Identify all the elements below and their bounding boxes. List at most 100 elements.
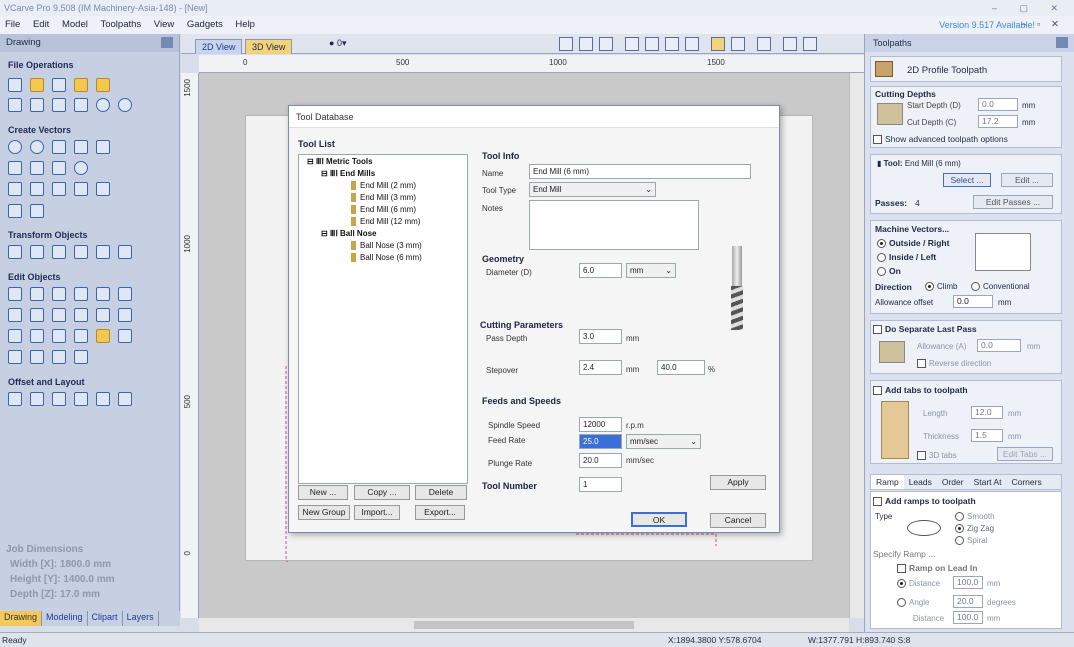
copy-tool-button[interactable]: Copy ...: [354, 485, 410, 500]
zigzag-radio-dot[interactable]: [955, 524, 964, 534]
new-tool-button[interactable]: New ...: [298, 485, 348, 500]
menu-view[interactable]: View: [154, 19, 174, 30]
menu-file[interactable]: File: [5, 19, 20, 30]
spiral-icon[interactable]: [74, 161, 88, 175]
tab-3d-view[interactable]: 3D View: [245, 39, 293, 54]
extend-icon[interactable]: [52, 329, 66, 343]
select-tool-button[interactable]: Select ...: [943, 173, 991, 187]
tree-ball-nose[interactable]: ⊟ ⅢⅠ Ball Nose: [321, 229, 377, 238]
join-icon[interactable]: [74, 329, 88, 343]
smooth-radio-dot[interactable]: [955, 512, 964, 522]
menu-edit[interactable]: Edit: [33, 19, 49, 30]
tab-order[interactable]: Order: [937, 475, 969, 489]
tab-drawing[interactable]: Drawing: [0, 611, 43, 626]
distance-radio[interactable]: Distance: [897, 579, 940, 589]
tree-end-mill-6[interactable]: End Mill (6 mm): [351, 205, 416, 215]
zoom-extents-icon[interactable]: [685, 37, 699, 51]
intersect-icon[interactable]: [52, 308, 66, 322]
tab-corners[interactable]: Corners: [1006, 475, 1046, 489]
tab-clipart[interactable]: Clipart: [88, 611, 123, 626]
tab-leads[interactable]: Leads: [904, 475, 937, 489]
ramp-angle-input[interactable]: 20.0: [953, 595, 983, 608]
ellipse-icon[interactable]: [30, 140, 44, 154]
ramp-lead-in-checkbox[interactable]: Ramp on Lead In: [897, 563, 977, 574]
outside-right-radio[interactable]: Outside / Right: [877, 238, 949, 249]
zoom-all-icon[interactable]: [559, 37, 573, 51]
tab-thickness-input[interactable]: 1.5: [971, 429, 1003, 442]
layout-icon[interactable]: [783, 37, 797, 51]
mdi-controls[interactable]: ‒ ▫ ✕: [1021, 16, 1063, 34]
conventional-radio[interactable]: Conventional: [971, 282, 1030, 292]
diameter-input[interactable]: 6.0: [579, 263, 622, 278]
delete-tool-button[interactable]: Delete: [415, 485, 467, 500]
ramp-distance2-input[interactable]: 100.0: [953, 611, 983, 624]
stepover-input[interactable]: 2.4: [579, 360, 622, 375]
conventional-radio-dot[interactable]: [971, 282, 980, 292]
node-add-icon[interactable]: [30, 287, 44, 301]
add-ramps-box[interactable]: [873, 497, 882, 507]
zoom-out-icon[interactable]: [665, 37, 679, 51]
render-icon[interactable]: [757, 37, 771, 51]
node-move-icon[interactable]: [52, 287, 66, 301]
fillet-icon[interactable]: [8, 329, 22, 343]
tab-ramp[interactable]: Ramp: [871, 475, 904, 489]
snap-icon[interactable]: [711, 37, 725, 51]
move-icon[interactable]: [8, 245, 22, 259]
import-button[interactable]: Import...: [354, 505, 400, 520]
subtract-icon[interactable]: [30, 308, 44, 322]
new-file-icon[interactable]: [8, 78, 22, 92]
chamfer-icon[interactable]: [30, 329, 44, 343]
grid-icon[interactable]: [599, 37, 613, 51]
tree-end-mills[interactable]: ⊟ ⅢⅠ End Mills: [321, 169, 375, 178]
pass-depth-input[interactable]: 3.0: [579, 329, 622, 344]
pin-icon[interactable]: [161, 37, 173, 48]
select-icon[interactable]: [8, 98, 22, 112]
import-icon[interactable]: [74, 78, 88, 92]
add-tabs-box[interactable]: [873, 386, 882, 396]
cut-icon[interactable]: [30, 98, 44, 112]
climb-radio-dot[interactable]: [925, 282, 934, 292]
menu-model[interactable]: Model: [62, 19, 88, 30]
ramp-lead-in-box[interactable]: [897, 564, 906, 574]
notes-textarea[interactable]: [529, 200, 699, 250]
star-icon[interactable]: [96, 140, 110, 154]
ungroup-icon[interactable]: [96, 287, 110, 301]
last-pass-allowance-input[interactable]: 0.0: [977, 339, 1021, 352]
array-copy-icon[interactable]: [30, 392, 44, 406]
text-on-curve-icon[interactable]: [52, 182, 66, 196]
mirror-icon[interactable]: [74, 245, 88, 259]
curve-fit-icon[interactable]: [118, 287, 132, 301]
ramp-distance-input[interactable]: 100.0: [953, 576, 983, 589]
open-vector-icon[interactable]: [8, 350, 22, 364]
spiral-radio-dot[interactable]: [955, 536, 964, 546]
reverse-direction-box[interactable]: [917, 359, 926, 369]
circle-icon[interactable]: [8, 140, 22, 154]
trim-icon[interactable]: [74, 308, 88, 322]
text-arc-icon[interactable]: [74, 182, 88, 196]
start-depth-input[interactable]: 0.0: [978, 98, 1018, 111]
curve-icon[interactable]: [52, 161, 66, 175]
ok-button[interactable]: OK: [631, 512, 687, 527]
angle-radio-dot[interactable]: [897, 598, 906, 608]
nesting-icon[interactable]: [96, 392, 110, 406]
scale-icon[interactable]: [96, 245, 110, 259]
window-controls[interactable]: ‒ ▢ ✕: [992, 0, 1068, 16]
tool-type-select[interactable]: End Mill ⌄: [529, 182, 656, 197]
plunge-rate-input[interactable]: 20.0: [579, 453, 622, 468]
menu-help[interactable]: Help: [235, 19, 255, 30]
on-radio[interactable]: On: [877, 266, 901, 277]
draw-tool-icon[interactable]: [8, 204, 22, 218]
copy-icon[interactable]: [52, 98, 66, 112]
weld-icon[interactable]: [8, 308, 22, 322]
rectangle-icon[interactable]: [52, 140, 66, 154]
close-vector-icon[interactable]: [118, 329, 132, 343]
feed-rate-input[interactable]: 25.0: [579, 434, 622, 449]
diameter-unit-select[interactable]: mm ⌄: [626, 263, 676, 278]
dimension-icon[interactable]: [96, 182, 110, 196]
add-ramps-checkbox[interactable]: Add ramps to toolpath: [873, 496, 976, 507]
knife-icon[interactable]: [118, 308, 132, 322]
group-icon[interactable]: [74, 287, 88, 301]
paste-icon[interactable]: [74, 98, 88, 112]
zigzag-radio[interactable]: Zig Zag: [955, 524, 994, 534]
bracket-icon[interactable]: [30, 350, 44, 364]
